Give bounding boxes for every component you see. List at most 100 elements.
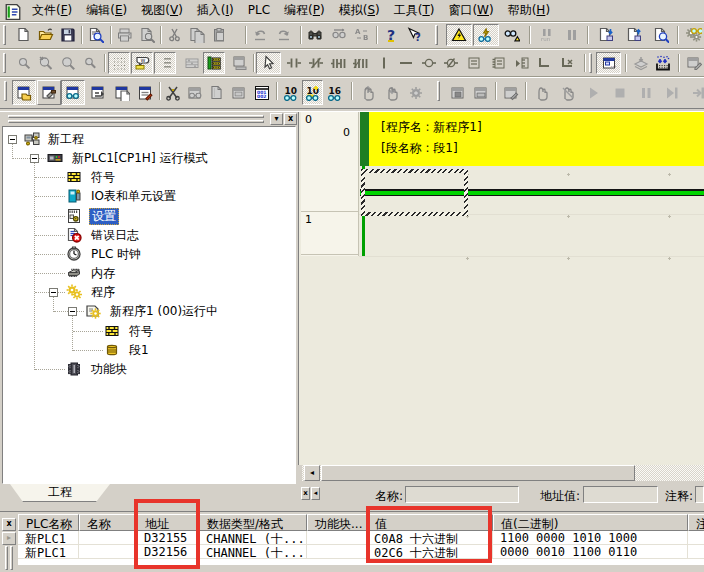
new-closed-contact-button[interactable] (305, 52, 327, 74)
differential-monitor-button[interactable] (500, 24, 524, 46)
data-grid-button[interactable] (652, 52, 674, 74)
tree-item[interactable]: 新程序1 (00)运行中 (3, 302, 293, 321)
signed-decimal-monitor-button[interactable]: 10 (302, 80, 323, 105)
watch-cell[interactable] (688, 531, 704, 545)
memory-view-button[interactable]: … (596, 52, 621, 74)
help-button[interactable]: ? (380, 24, 402, 46)
output-window-button[interactable] (37, 80, 61, 105)
toolbar-gripper[interactable] (435, 25, 438, 45)
crossref-window-button[interactable] (86, 80, 110, 105)
tree-expander-minus[interactable] (30, 154, 39, 163)
find-button[interactable] (304, 24, 326, 46)
watch-cell[interactable]: 新PLC1 (18, 545, 79, 559)
new-closed-or-contact-button[interactable] (350, 52, 372, 74)
watch-cell[interactable] (79, 545, 137, 559)
tree-item-label[interactable]: PLC 时钟 (89, 247, 143, 262)
watch-gripper[interactable] (10, 546, 13, 570)
open-project-button[interactable] (35, 24, 57, 46)
new-instruction-button[interactable] (463, 52, 485, 74)
compile-program-button[interactable] (85, 24, 107, 46)
menu-4[interactable]: 插入(I) (190, 0, 241, 22)
tree-item[interactable]: 段1 (3, 341, 293, 360)
watch-cell[interactable] (307, 545, 367, 559)
tree-item[interactable]: 功能块 (3, 360, 293, 379)
tree-close-button[interactable]: x (284, 113, 297, 125)
toolbar-gripper[interactable] (3, 53, 6, 73)
tree-item[interactable]: 新PLC1[CP1H] 运行模式 (3, 149, 293, 168)
watch-column-header[interactable]: 数据类型/格式 (199, 514, 307, 531)
menu-10[interactable]: 帮助(H) (501, 0, 557, 22)
watch-cell[interactable]: 新PLC1 (18, 531, 79, 545)
toolbar-gripper[interactable] (589, 53, 592, 73)
project-window-button[interactable] (12, 80, 36, 105)
tree-item-label[interactable]: 符号 (127, 324, 155, 339)
menu-7[interactable]: 模拟(S) (332, 0, 387, 22)
tree-item-label[interactable]: IO表和单元设置 (89, 189, 178, 204)
tree-item-label[interactable]: 新程序1 (00)运行中 (108, 304, 220, 319)
watch-next-button[interactable]: ▸ (2, 532, 16, 545)
data-display-button[interactable]: 001002 (250, 80, 273, 105)
hex-monitor-button[interactable]: 16 (324, 80, 345, 105)
new-horizontal-button[interactable] (395, 52, 417, 74)
watch-cell[interactable]: CHANNEL (十... (199, 545, 307, 559)
select-mode-button[interactable] (256, 52, 281, 74)
new-coil-button[interactable] (418, 52, 440, 74)
watch-table[interactable]: PLC名称名称地址数据类型/格式功能块...值值(二进制)注释新PLC1D321… (18, 514, 704, 565)
tab-project[interactable]: 工程 (10, 484, 110, 502)
watch-cell[interactable] (307, 531, 367, 545)
tree-item-label[interactable]: 新PLC1[CP1H] 运行模式 (70, 151, 209, 166)
tree-item-label[interactable]: 符号 (89, 170, 117, 185)
watch-column-header[interactable]: 名称 (79, 514, 137, 531)
menu-6[interactable]: 编程(P) (277, 0, 332, 22)
watch-cell[interactable]: CHANNEL (十... (199, 531, 307, 545)
menu-2[interactable]: 编辑(E) (79, 0, 134, 22)
download-to-plc-button[interactable] (592, 24, 619, 46)
upload-from-plc-button[interactable] (620, 24, 647, 46)
comment-list-button[interactable] (154, 52, 176, 74)
toolbar-gripper[interactable] (4, 81, 7, 101)
context-help-button[interactable]: ? (403, 24, 425, 46)
force-set-button[interactable] (683, 24, 704, 46)
tree-item-label[interactable]: 程序 (89, 285, 117, 300)
tree-expander-minus[interactable] (49, 288, 58, 297)
tree-item-label[interactable]: 段1 (127, 343, 151, 358)
compare-with-plc-button[interactable] (648, 24, 673, 46)
tree-item[interactable]: 符号 (3, 322, 293, 341)
watch-column-header[interactable]: 注释 (688, 514, 704, 531)
toolbar-gripper[interactable] (3, 25, 6, 45)
menu-5[interactable]: PLC (241, 1, 277, 20)
tree-item-label[interactable]: 功能块 (89, 362, 129, 377)
ladder-editor[interactable]: 0 0 1 [程序名 : 新程序1] [段名称 : 段1] (298, 112, 704, 465)
project-tree[interactable]: 新工程新PLC1[CP1H] 运行模式符号IO表和单元设置设置错误日志PLC 时… (2, 126, 296, 484)
toolbar-gripper[interactable] (437, 81, 440, 101)
watch-column-header[interactable]: 值(二进制) (493, 514, 688, 531)
local-window-button[interactable] (110, 80, 134, 105)
fields-prev-button[interactable]: ◂ (311, 487, 320, 500)
new-or-contact-button[interactable] (328, 52, 350, 74)
comment-field[interactable] (695, 486, 704, 503)
menu-8[interactable]: 工具(T) (387, 0, 442, 22)
tree-item[interactable]: 设置 (3, 207, 293, 226)
rung-comment-button[interactable]: w (131, 52, 153, 74)
new-contact-button[interactable] (283, 52, 305, 74)
mnemonic-view-button[interactable] (162, 80, 184, 105)
work-online-button[interactable] (446, 24, 472, 46)
tree-item[interactable]: 错误日志 (3, 226, 293, 245)
menu-9[interactable]: 窗口(W) (441, 0, 500, 22)
tree-item[interactable]: IO表和单元设置 (3, 187, 293, 206)
watch-column-header[interactable]: PLC名称 (18, 514, 79, 531)
save-project-button[interactable] (57, 24, 79, 46)
menu-1[interactable]: 文件(F) (25, 0, 79, 22)
tree-item[interactable]: 程序 (3, 283, 293, 302)
scrollbar-thumb[interactable] (321, 465, 635, 481)
tree-expander-minus[interactable] (68, 307, 77, 316)
properties-window-button[interactable] (133, 80, 157, 105)
ladder-selection-cursor[interactable] (361, 169, 468, 216)
tree-item[interactable]: PLC 时钟 (3, 245, 293, 264)
new-vertical-button[interactable] (373, 52, 395, 74)
watch-cell[interactable] (688, 545, 704, 559)
fb-instruction-button[interactable] (488, 52, 510, 74)
tree-item-label[interactable]: 错误日志 (89, 228, 141, 243)
name-field[interactable] (405, 486, 519, 503)
scroll-left-button[interactable]: ◂ (304, 465, 320, 481)
